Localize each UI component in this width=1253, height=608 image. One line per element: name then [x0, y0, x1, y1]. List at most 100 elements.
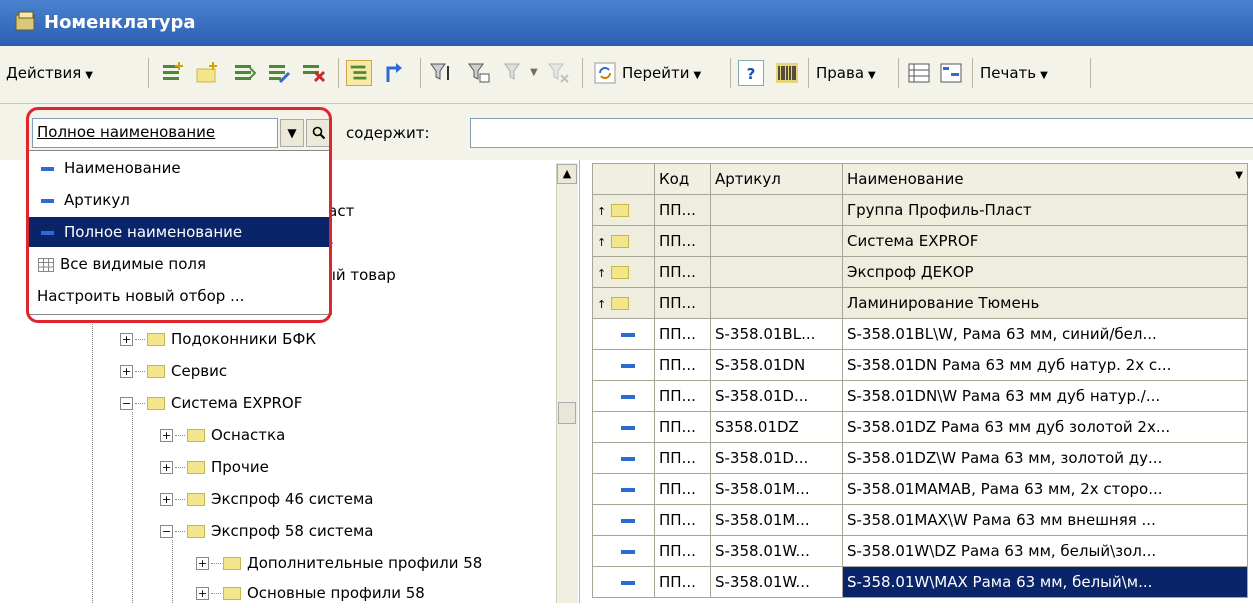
goto-menu-button[interactable]: Перейти ▼ — [622, 60, 701, 86]
actions-menu-button[interactable]: Действия ▼ — [6, 60, 93, 86]
scroll-up-button[interactable]: ▲ — [557, 164, 577, 184]
table-row[interactable]: ПП... S-358.01D... S-358.01DN\W Рама 63 мм… — [592, 380, 1248, 412]
cell-article: S358.01DZ — [710, 411, 843, 443]
table-row[interactable]: ↑ ПП... Ламинирование Тюмень — [592, 287, 1248, 319]
edit-icon[interactable] — [266, 60, 292, 86]
collapse-icon[interactable]: − — [120, 397, 133, 410]
table-row[interactable]: ПП... S-358.01W... S-358.01W\DZ Рама 63 мм… — [592, 535, 1248, 567]
refresh-icon[interactable] — [592, 60, 618, 86]
column-header-code[interactable]: Код — [654, 163, 711, 195]
folder-icon — [187, 493, 205, 506]
print-menu-button[interactable]: Печать ▼ — [980, 60, 1048, 86]
toolbar-separator — [420, 58, 421, 88]
table-row[interactable]: ↑ ПП... Экспроф ДЕКОР — [592, 256, 1248, 288]
cell-article — [710, 194, 843, 226]
table-row[interactable]: ПП... S-358.01DN S-358.01DN Рама 63 мм дуб… — [592, 349, 1248, 381]
toolbar-separator — [730, 58, 731, 88]
folder-icon — [187, 429, 205, 442]
table-row[interactable]: ПП... S-358.01W... S-358.01W\MAX Рама 63 м… — [592, 566, 1248, 598]
tree-item-label: Система EXPROF — [171, 394, 303, 412]
structure-icon[interactable] — [938, 60, 964, 86]
scrollbar-thumb[interactable] — [558, 402, 576, 424]
folder-icon — [147, 397, 165, 410]
folder-icon — [187, 461, 205, 474]
tree-item[interactable]: + Основные профили 58 — [196, 578, 425, 608]
tree-item[interactable]: + Оснастка — [160, 420, 285, 450]
table-header: Код Артикул Наименование ▼ — [592, 163, 1248, 195]
row-icon-cell: ↑ — [592, 287, 655, 319]
toolbar-separator — [898, 58, 899, 88]
rights-menu-button[interactable]: Права ▼ — [816, 60, 876, 86]
table-row[interactable]: ПП... S-358.01BL... S-358.01BL\W, Рама 63 … — [592, 318, 1248, 350]
expand-icon[interactable]: + — [160, 493, 173, 506]
collapse-icon[interactable]: − — [160, 525, 173, 538]
clear-filter-icon[interactable] — [546, 60, 572, 86]
row-icon-cell — [592, 504, 655, 536]
cell-name-selected[interactable]: S-358.01W\MAX Рама 63 мм, белый\м... — [842, 566, 1248, 598]
tree-item[interactable]: + Сервис — [120, 356, 227, 386]
table-row[interactable]: ↑ ПП... Система EXPROF — [592, 225, 1248, 257]
expand-icon[interactable]: + — [120, 365, 133, 378]
tree-item[interactable]: + Подоконники БФК — [120, 324, 316, 354]
expand-icon[interactable]: + — [160, 429, 173, 442]
copy-icon[interactable] — [232, 60, 258, 86]
tree-line — [92, 320, 93, 603]
cell-name: S-358.01DN Рама 63 мм дуб натур. 2х с... — [842, 349, 1248, 381]
highlight-frame — [26, 107, 332, 323]
hierarchy-view-icon[interactable] — [346, 60, 372, 86]
help-button[interactable]: ? — [738, 60, 764, 86]
cell-code: ПП... — [654, 504, 711, 536]
column-header-article[interactable]: Артикул — [710, 163, 843, 195]
barcode-icon[interactable] — [774, 60, 800, 86]
catalog-icon — [15, 11, 35, 31]
row-icon-cell — [592, 318, 655, 350]
level-up-icon[interactable] — [382, 60, 408, 86]
tree-item[interactable]: − Система EXPROF — [120, 388, 302, 418]
tree-item-label: Экспроф 58 система — [211, 522, 374, 540]
filter-history-icon[interactable] — [502, 60, 528, 86]
tree-item[interactable]: + Дополнительные профили 58 — [196, 548, 482, 578]
toolbar-separator — [338, 58, 339, 88]
tree-scrollbar[interactable] — [556, 163, 578, 603]
column-header-icons[interactable] — [592, 163, 655, 195]
expand-icon[interactable]: + — [196, 587, 209, 600]
toolbar-separator — [1090, 58, 1091, 88]
cell-name: Группа Профиль-Пласт — [842, 194, 1248, 226]
group-arrow-icon: ↑ — [597, 236, 607, 249]
item-icon — [621, 456, 635, 461]
add-item-icon[interactable] — [160, 60, 186, 86]
sort-desc-icon: ▼ — [1235, 170, 1243, 181]
filter-history-dropdown[interactable]: ▼ — [530, 60, 538, 86]
table-row[interactable]: ПП... S358.01DZ S-358.01DZ Рама 63 мм дуб … — [592, 411, 1248, 443]
mark-delete-icon[interactable] — [300, 60, 326, 86]
filter-by-value-icon[interactable] — [466, 60, 492, 86]
cell-name: S-358.01W\DZ Рама 63 мм, белый\зол... — [842, 535, 1248, 567]
list-settings-icon[interactable] — [906, 60, 932, 86]
cell-code: ПП... — [654, 566, 711, 598]
filter-list-icon[interactable] — [428, 60, 454, 86]
table-row[interactable]: ПП... S-358.01D... S-358.01DZ\W Рама 63 мм… — [592, 442, 1248, 474]
tree-item[interactable]: + Прочие — [160, 452, 269, 482]
item-icon — [621, 394, 635, 399]
tree-item[interactable]: + Экспроф 46 система — [160, 484, 373, 514]
chevron-up-icon: ▲ — [562, 167, 572, 180]
cell-code: ПП... — [654, 349, 711, 381]
expand-icon[interactable]: + — [160, 461, 173, 474]
window-titlebar: Номенклатура — [0, 0, 1253, 46]
table-row[interactable]: ПП... S-358.01M... S-358.01MAMAB, Рама 63 … — [592, 473, 1248, 505]
contains-input[interactable] — [470, 118, 1253, 148]
tree-line — [132, 412, 133, 603]
tree-item[interactable]: − Экспроф 58 система — [160, 516, 373, 546]
column-header-name[interactable]: Наименование ▼ — [842, 163, 1248, 195]
add-group-icon[interactable] — [194, 60, 220, 86]
cell-article: S-358.01D... — [710, 380, 843, 412]
group-arrow-icon: ↑ — [597, 205, 607, 218]
cell-article: S-358.01BL... — [710, 318, 843, 350]
expand-icon[interactable]: + — [120, 333, 133, 346]
table-row[interactable]: ↑ ПП... Группа Профиль-Пласт — [592, 194, 1248, 226]
toolbar-separator — [148, 58, 149, 88]
expand-icon[interactable]: + — [196, 557, 209, 570]
cell-name: Экспроф ДЕКОР — [842, 256, 1248, 288]
table-row[interactable]: ПП... S-358.01M... S-358.01MAX\W Рама 63 м… — [592, 504, 1248, 536]
actions-menu-label: Действия — [6, 64, 82, 82]
